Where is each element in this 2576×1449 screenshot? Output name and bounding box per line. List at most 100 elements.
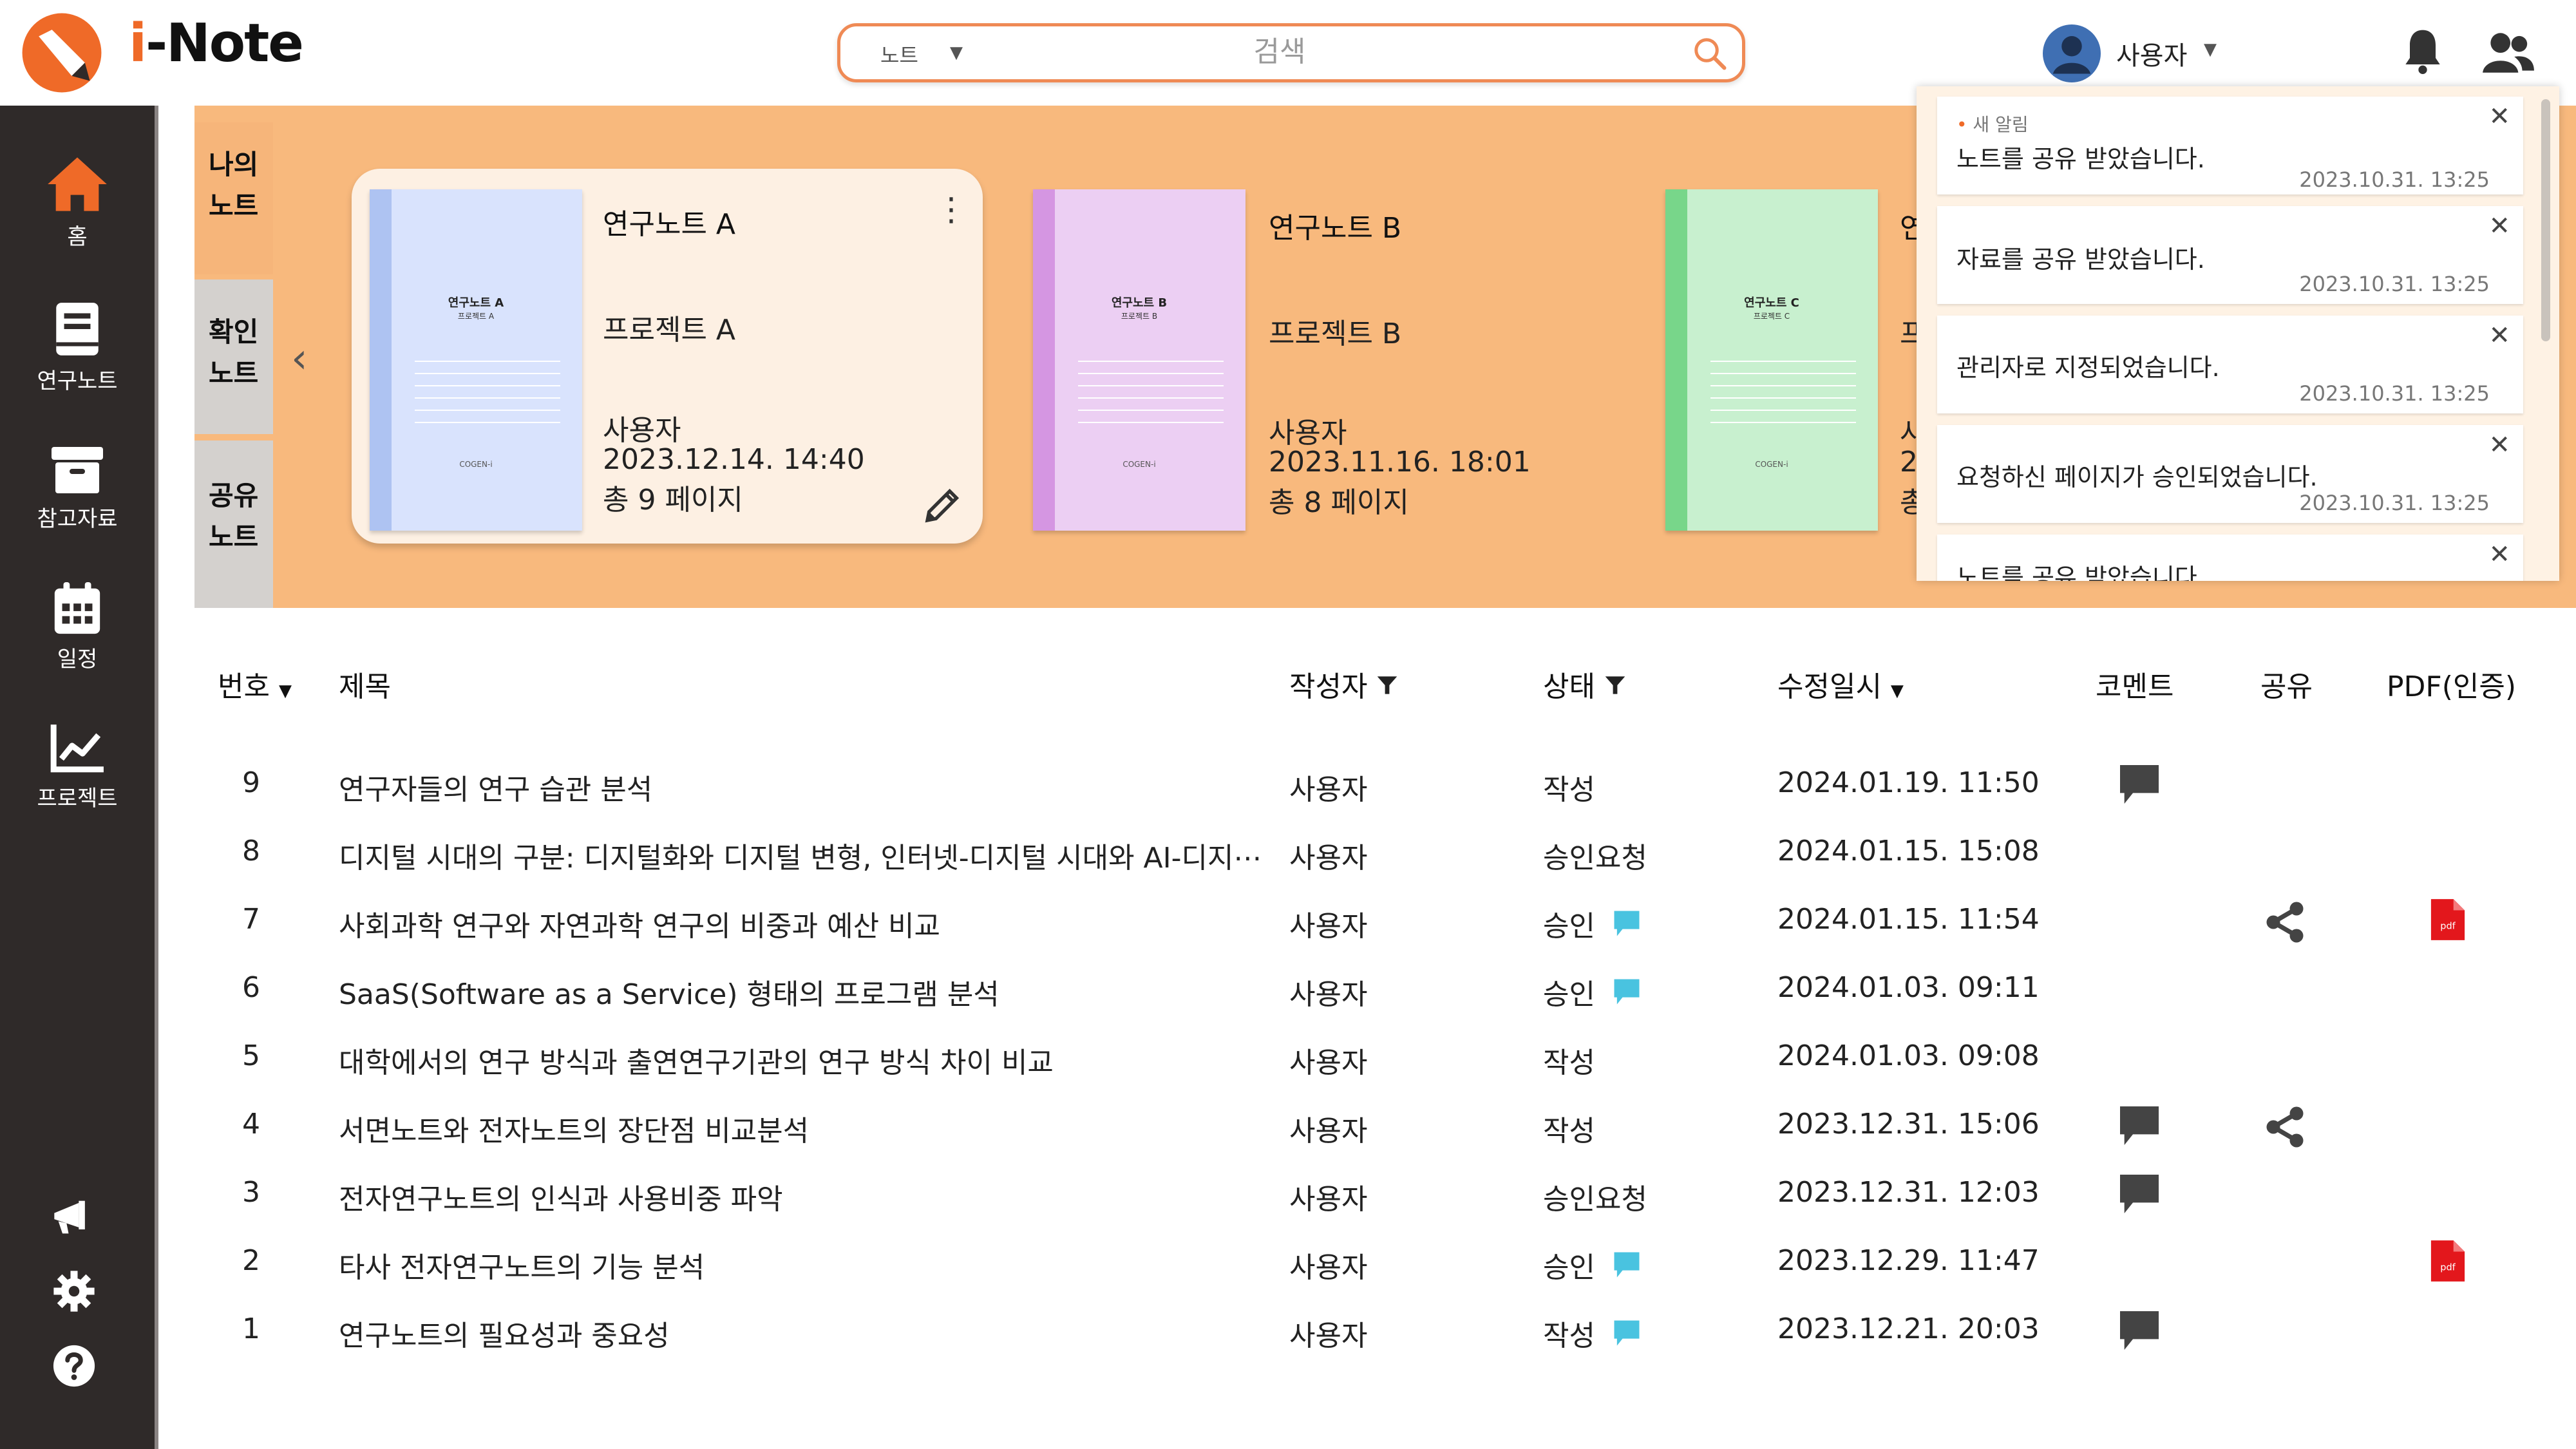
- search-input[interactable]: [1053, 34, 1506, 69]
- row-number: 8: [242, 835, 260, 867]
- close-icon[interactable]: ✕: [2488, 211, 2510, 241]
- row-number: 3: [242, 1176, 260, 1209]
- scrollbar[interactable]: [2541, 99, 2550, 341]
- notebook-cover[interactable]: 연구노트 B 프로젝트 B COGEN-i: [1033, 189, 1245, 531]
- cover-subtitle: 프로젝트 C: [1753, 312, 1790, 321]
- row-title[interactable]: 서면노트와 전자노트의 장단점 비교분석: [339, 1108, 809, 1149]
- notification-item[interactable]: 노트를 공유 받았습니다 ✕: [1937, 535, 2523, 581]
- comment-chip-icon[interactable]: [1610, 975, 1643, 1009]
- close-icon[interactable]: ✕: [2488, 430, 2510, 460]
- people-icon[interactable]: [2481, 28, 2536, 77]
- notebook-title[interactable]: 연구노트 A: [603, 201, 735, 242]
- app-title[interactable]: i-Note: [129, 13, 304, 74]
- row-title[interactable]: 대학에서의 연구 방식과 출연연구기관의 연구 방식 차이 비교: [339, 1039, 1054, 1081]
- cover-table: [1078, 352, 1224, 425]
- comment-chip-icon[interactable]: [1610, 907, 1643, 940]
- sidebar-item-references[interactable]: 참고자료: [0, 444, 155, 533]
- avatar[interactable]: [2043, 24, 2101, 82]
- cover-subtitle: 프로젝트 A: [457, 312, 495, 321]
- notebook-date: 2023.12.14. 14:40: [603, 443, 865, 476]
- notification-item[interactable]: 자료를 공유 받았습니다. 2023.10.31. 13:25 ✕: [1937, 206, 2523, 304]
- close-icon[interactable]: ✕: [2488, 540, 2510, 569]
- bell-icon[interactable]: [2397, 26, 2448, 77]
- comment-chip-icon[interactable]: [1610, 1316, 1643, 1350]
- user-name[interactable]: 사용자: [2116, 35, 2187, 72]
- notification-item[interactable]: 요청하신 페이지가 승인되었습니다. 2023.10.31. 13:25 ✕: [1937, 425, 2523, 523]
- notebook-cover[interactable]: 연구노트 C 프로젝트 C COGEN-i: [1665, 189, 1878, 531]
- row-author: 사용자: [1289, 1251, 1368, 1284]
- notebook-project: 프로젝트 B: [1269, 317, 1402, 350]
- notification-message: 자료를 공유 받았습니다.: [1956, 245, 2205, 274]
- chevron-down-icon[interactable]: ▼: [2204, 40, 2217, 59]
- sidebar-item-schedule[interactable]: 일정: [0, 581, 155, 673]
- col-number-header[interactable]: 번호 ▼: [218, 663, 292, 705]
- more-options-icon[interactable]: ⋮: [935, 191, 967, 228]
- notebook-cover[interactable]: 연구노트 A 프로젝트 A COGEN-i: [370, 189, 582, 531]
- pdf-icon[interactable]: pdf: [2429, 896, 2467, 943]
- row-status: 승인요청: [1543, 1183, 1647, 1216]
- comment-icon[interactable]: [2114, 1305, 2165, 1356]
- sidebar-item-projects[interactable]: 프로젝트: [0, 721, 155, 812]
- cover-subtitle: 프로젝트 B: [1121, 312, 1158, 321]
- notification-message: 노트를 공유 받았습니다: [1956, 564, 2197, 581]
- cover-footer: COGEN-i: [1755, 460, 1788, 469]
- row-title[interactable]: 타사 전자연구노트의 기능 분석: [339, 1244, 705, 1285]
- megaphone-icon[interactable]: [50, 1197, 99, 1238]
- col-author-header[interactable]: 작성자: [1289, 663, 1398, 705]
- sidebar-item-research-notes[interactable]: 연구노트: [0, 300, 155, 395]
- row-status: 승인: [1543, 978, 1595, 1011]
- col-status-header[interactable]: 상태: [1543, 663, 1626, 705]
- search-scope-select[interactable]: 노트: [880, 39, 918, 69]
- row-author: 사용자: [1289, 1046, 1368, 1079]
- row-title[interactable]: 연구자들의 연구 습관 분석: [339, 766, 652, 808]
- sidebar-item-label: 프로젝트: [37, 786, 118, 811]
- row-title[interactable]: 연구노트의 필요성과 중요성: [339, 1312, 670, 1354]
- chart-icon: [50, 724, 104, 773]
- comment-icon[interactable]: [2114, 1168, 2165, 1220]
- tab-review-notes[interactable]: 확인 노트: [194, 279, 273, 434]
- close-icon[interactable]: ✕: [2488, 102, 2510, 131]
- row-modified: 2023.12.29. 11:47: [1777, 1244, 2040, 1277]
- share-icon[interactable]: [2262, 899, 2308, 945]
- row-author: 사용자: [1289, 1320, 1368, 1352]
- pdf-icon[interactable]: pdf: [2429, 1238, 2467, 1284]
- filter-icon[interactable]: [1604, 674, 1626, 696]
- comment-chip-icon[interactable]: [1610, 1248, 1643, 1282]
- cover-title: 연구노트 A: [448, 296, 504, 310]
- notification-item[interactable]: • 새 알림 노트를 공유 받았습니다. 2023.10.31. 13:25 ✕: [1937, 97, 2523, 194]
- col-comment-header: 코멘트: [2096, 670, 2174, 703]
- row-title[interactable]: 디지털 시대의 구분: 디지털화와 디지털 변형, 인터넷-디지털 시대와 AI…: [339, 835, 1262, 876]
- row-number: 7: [242, 903, 260, 936]
- row-status: 작성: [1543, 1115, 1595, 1148]
- row-author: 사용자: [1289, 773, 1368, 806]
- row-title[interactable]: 전자연구노트의 인식과 사용비중 파악: [339, 1176, 783, 1217]
- cover-title: 연구노트 C: [1744, 296, 1799, 310]
- help-icon[interactable]: [52, 1343, 97, 1388]
- row-modified: 2024.01.15. 15:08: [1777, 835, 2040, 867]
- tab-shared-notes[interactable]: 공유 노트: [194, 440, 273, 608]
- close-icon[interactable]: ✕: [2488, 321, 2510, 350]
- sidebar-item-home[interactable]: 홈: [0, 155, 155, 251]
- filter-icon[interactable]: [1376, 674, 1398, 696]
- notebook-title[interactable]: 연구노트 B: [1269, 205, 1401, 246]
- row-title[interactable]: SaaS(Software as a Service) 형태의 프로그램 분석: [339, 971, 999, 1012]
- col-modified-header[interactable]: 수정일시 ▼: [1777, 663, 1904, 705]
- comment-icon[interactable]: [2114, 759, 2165, 810]
- row-modified: 2024.01.03. 09:08: [1777, 1039, 2040, 1072]
- comment-icon[interactable]: [2114, 1100, 2165, 1151]
- cover-table: [415, 352, 560, 425]
- row-title[interactable]: 사회과학 연구와 자연과학 연구의 비중과 예산 비교: [339, 903, 940, 944]
- gear-icon[interactable]: [53, 1270, 95, 1312]
- tab-my-notes[interactable]: 나의 노트: [194, 122, 273, 274]
- col-title-header: 제목: [339, 670, 391, 703]
- search-icon[interactable]: [1690, 34, 1729, 73]
- notification-message: 노트를 공유 받았습니다.: [1956, 145, 2205, 173]
- cover-table: [1710, 352, 1856, 425]
- chevron-left-icon[interactable]: ‹: [291, 335, 308, 383]
- row-modified: 2024.01.03. 09:11: [1777, 971, 2040, 1004]
- notebook-date: 2: [1900, 446, 1918, 478]
- notification-item[interactable]: 관리자로 지정되었습니다. 2023.10.31. 13:25 ✕: [1937, 316, 2523, 413]
- pencil-icon[interactable]: [922, 484, 963, 526]
- chevron-down-icon[interactable]: ▼: [950, 43, 963, 62]
- share-icon[interactable]: [2262, 1104, 2308, 1150]
